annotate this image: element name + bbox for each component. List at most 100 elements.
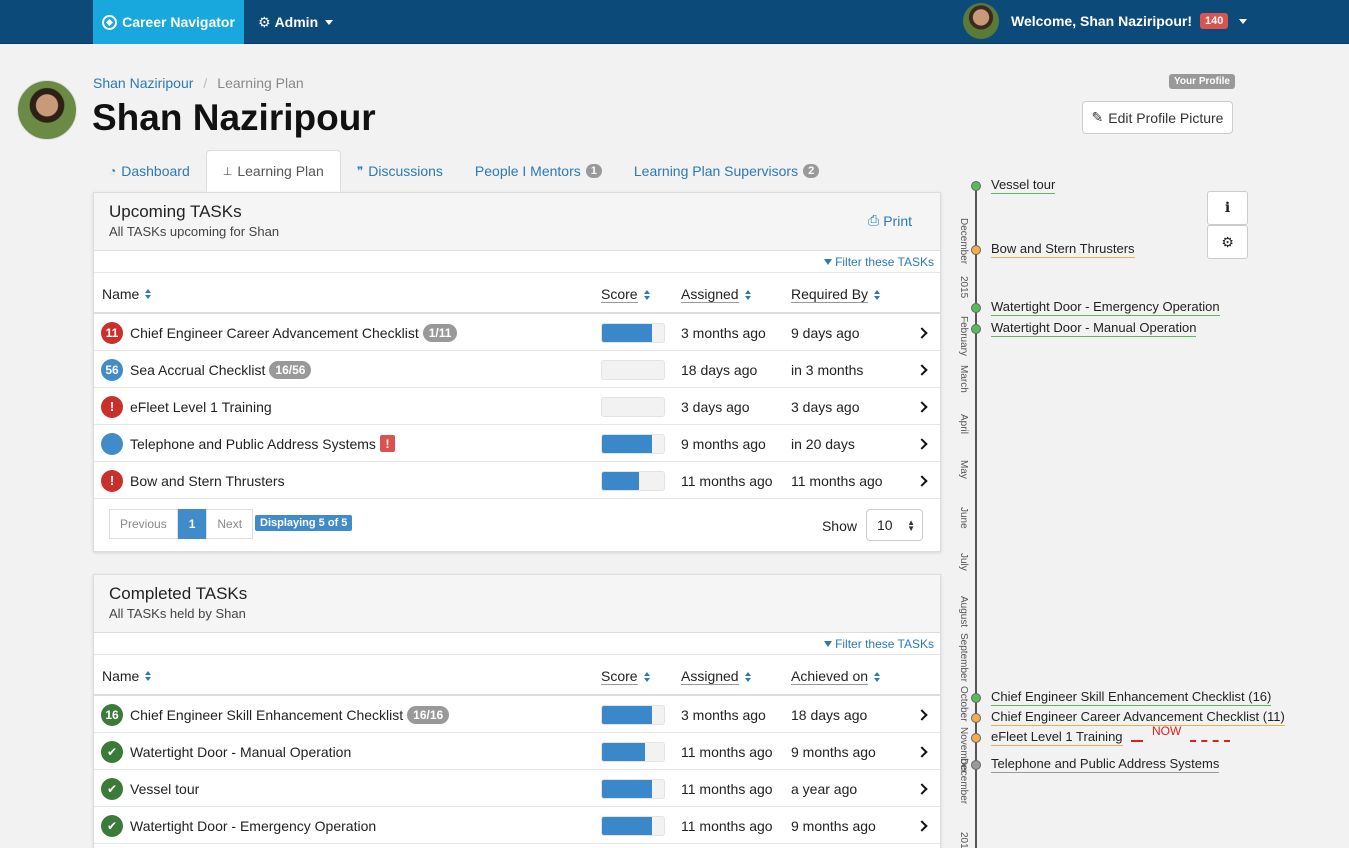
timeline-event-marker[interactable] [971,713,981,723]
row-open-button[interactable] [916,807,928,844]
timeline-month-label: September [958,633,969,682]
page-size-select[interactable]: 10 ▲ ▼ [866,509,923,541]
task-name[interactable]: Watertight Door - Manual Operation [130,744,351,760]
row-open-button[interactable] [916,425,928,462]
column-header-assigned[interactable]: Assigned [681,668,751,685]
info-button[interactable]: i [1207,191,1248,225]
panel-subtitle: All TASKs held by Shan [109,606,246,621]
filter-tasks-link[interactable]: Filter these TASKs [824,255,934,269]
table-row[interactable]: ! Bow and Stern Thrusters 11 months ago … [94,462,940,499]
timeline-event-marker[interactable] [971,324,981,334]
timeline-event-label[interactable]: Chief Engineer Career Advancement Checkl… [991,709,1285,726]
score-bar-fill [602,434,652,453]
assigned-cell: 9 months ago [681,435,766,452]
progress-pill: 16/56 [269,360,312,379]
row-open-button[interactable] [916,462,928,499]
row-open-button[interactable] [916,696,928,733]
assigned-cell: 11 months ago [681,743,773,760]
admin-menu[interactable]: ⚙ Admin [258,0,334,44]
timeline-event-marker[interactable] [971,181,981,191]
panel-subtitle: All TASKs upcoming for Shan [109,224,280,239]
timeline-event-marker[interactable] [971,245,981,255]
task-name[interactable]: eFleet Level 1 Training [130,399,272,415]
brand-link[interactable]: Career Navigator [93,0,244,44]
timeline-event-label[interactable]: Telephone and Public Address Systems [991,756,1220,773]
score-cell [601,425,665,462]
print-icon: ⎙ [868,212,880,228]
timeline-event-marker[interactable] [971,303,981,313]
column-header-achieved-on[interactable]: Achieved on [791,668,881,685]
column-header-name[interactable]: Name [102,668,152,684]
timeline-event-marker[interactable] [971,693,981,703]
filter-label: Filter these TASKs [835,255,934,269]
timeline-event-label[interactable]: Chief Engineer Skill Enhancement Checkli… [991,689,1272,706]
column-header-score[interactable]: Score [601,286,650,303]
breadcrumb-home[interactable]: Shan Naziripour [93,75,193,91]
timeline-month-label: February [958,316,969,357]
column-header-name[interactable]: Name [102,286,152,302]
check-icon: ✔ [101,814,123,837]
column-header-required-by[interactable]: Required By [791,286,881,303]
table-row[interactable]: ✔ Watertight Door - Manual Operation 11 … [94,733,940,770]
tab-learning-plan[interactable]: ⊥ Learning Plan [205,150,341,192]
timeline-event-label[interactable]: Bow and Stern Thrusters [991,241,1135,258]
score-bar [601,433,665,454]
task-name[interactable]: Watertight Door - Emergency Operation [130,818,376,834]
timeline-event-label[interactable]: Watertight Door - Manual Operation [991,320,1197,337]
table-row[interactable]: Telephone and Public Address Systems ! 9… [94,425,940,462]
task-name[interactable]: Bow and Stern Thrusters [130,473,285,489]
score-bar [601,815,665,836]
edit-profile-picture-button[interactable]: ✎ Edit Profile Picture [1082,101,1233,134]
row-open-button[interactable] [916,351,928,388]
sort-icon [643,671,650,682]
chevron-right-icon [916,745,928,758]
notification-badge[interactable]: 140 [1200,13,1229,29]
timeline-event-label[interactable]: Watertight Door - Emergency Operation [991,299,1220,316]
row-open-button[interactable] [916,388,928,425]
assigned-cell: 3 months ago [681,706,766,723]
profile-avatar [17,80,77,140]
timeline-event-marker[interactable] [971,760,981,770]
filter-label: Filter these TASKs [835,637,934,651]
task-name[interactable]: Chief Engineer Career Advancement Checkl… [130,325,419,341]
timeline-event-label[interactable]: Vessel tour [991,177,1056,194]
header-label: Required By [791,286,869,303]
now-marker-line [1131,740,1143,742]
score-cell [601,314,665,351]
page-button[interactable]: 1 [177,509,207,539]
task-name[interactable]: Telephone and Public Address Systems [130,436,376,452]
table-row[interactable]: ✔ Watertight Door - Emergency Operation … [94,807,940,844]
tab-people-i-mentors[interactable]: People I Mentors 1 [459,150,618,192]
tab-dashboard[interactable]: ◔ Dashboard [93,150,206,192]
filter-tasks-link[interactable]: Filter these TASKs [824,637,934,651]
tab-discussions[interactable]: ❞ Discussions [341,150,459,192]
table-row[interactable]: 16 Chief Engineer Skill Enhancement Chec… [94,696,940,733]
task-name[interactable]: Vessel tour [130,781,199,797]
task-name[interactable]: Sea Accrual Checklist [130,362,265,378]
upcoming-tasks-panel: Upcoming TASKs All TASKs upcoming for Sh… [93,192,941,552]
row-open-button[interactable] [916,770,928,807]
row-open-button[interactable] [916,314,928,351]
print-button[interactable]: ⎙ Print [868,212,912,229]
table-row[interactable]: ! eFleet Level 1 Training 3 days ago 3 d… [94,388,940,425]
timeline-event-marker[interactable] [971,733,981,743]
task-name[interactable]: Chief Engineer Skill Enhancement Checkli… [130,707,403,723]
table-row[interactable]: 11 Chief Engineer Career Advancement Che… [94,314,940,351]
due-cell: in 3 months [791,361,864,378]
tab-learning-plan-supervisors[interactable]: Learning Plan Supervisors 2 [618,150,835,192]
column-header-score[interactable]: Score [601,668,650,685]
progress-pill: 16/16 [407,705,450,724]
user-menu[interactable]: Welcome, Shan Naziripour! 140 [963,3,1248,39]
chevron-right-icon [916,708,928,721]
timeline-event-label[interactable]: eFleet Level 1 Training [991,729,1123,746]
previous-page-button[interactable]: Previous [109,509,178,539]
chevron-right-icon [916,437,928,450]
score-bar-fill [602,742,646,761]
table-row[interactable]: 56 Sea Accrual Checklist 16/56 18 days a… [94,351,940,388]
column-header-assigned[interactable]: Assigned [681,286,751,303]
table-row[interactable]: ✔ Vessel tour 11 months ago a year ago [94,770,940,807]
settings-button[interactable]: ⚙ [1207,225,1248,259]
row-open-button[interactable] [916,733,928,770]
next-page-button[interactable]: Next [206,509,254,539]
chevron-right-icon [916,474,928,487]
